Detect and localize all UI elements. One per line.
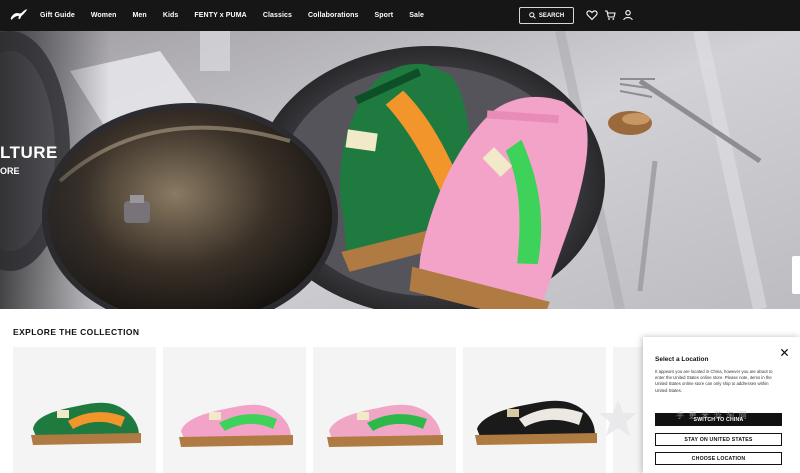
puma-logo-icon[interactable] [9,6,29,24]
search-icon [529,12,536,19]
product-card[interactable] [163,347,306,473]
nav-link-sale[interactable]: Sale [409,12,424,19]
product-card[interactable] [313,347,456,473]
product-image [179,404,293,447]
nav-link-fenty[interactable]: FENTY x PUMA [194,12,246,19]
nav-link-classics[interactable]: Classics [263,12,292,19]
product-card[interactable] [463,347,606,473]
feedback-tab[interactable] [792,256,800,294]
main-menu: Gift Guide Women Men Kids FENTY x PUMA C… [40,0,440,31]
cart-icon[interactable] [604,9,616,21]
nav-link-men[interactable]: Men [133,12,147,19]
collection-title: EXPLORE THE COLLECTION [13,327,140,337]
watermark-text: 手 更 米 游 淘 网 [676,411,748,420]
close-icon[interactable] [780,348,789,357]
heart-icon[interactable] [586,9,598,21]
hero-headline: LTURE [0,143,58,162]
top-navigation: Gift Guide Women Men Kids FENTY x PUMA C… [0,0,800,31]
nav-link-gift-guide[interactable]: Gift Guide [40,12,75,19]
nav-link-kids[interactable]: Kids [163,12,179,19]
modal-title: Select a Location [655,356,709,363]
hero-banner[interactable]: LTURE ORE [0,31,800,309]
user-icon[interactable] [622,9,634,21]
product-image [475,400,597,445]
hero-learn-more-link[interactable]: ORE [0,166,20,176]
product-image [31,402,141,445]
choose-location-button[interactable]: CHOOSE LOCATION [655,452,782,465]
hero-image [0,31,800,309]
nav-link-sport[interactable]: Sport [374,12,393,19]
search-label: SEARCH [538,12,565,19]
modal-body: It appears you are located in China, how… [655,369,773,393]
search-button[interactable]: SEARCH [519,7,574,24]
watermark-star-icon [599,400,637,436]
nav-link-collaborations[interactable]: Collaborations [308,12,358,19]
stay-on-us-button[interactable]: STAY ON UNITED STATES [655,433,782,446]
location-modal: Select a Location It appears you are loc… [643,337,800,473]
product-image [327,404,443,447]
nav-link-women[interactable]: Women [91,12,117,19]
product-card[interactable] [13,347,156,473]
